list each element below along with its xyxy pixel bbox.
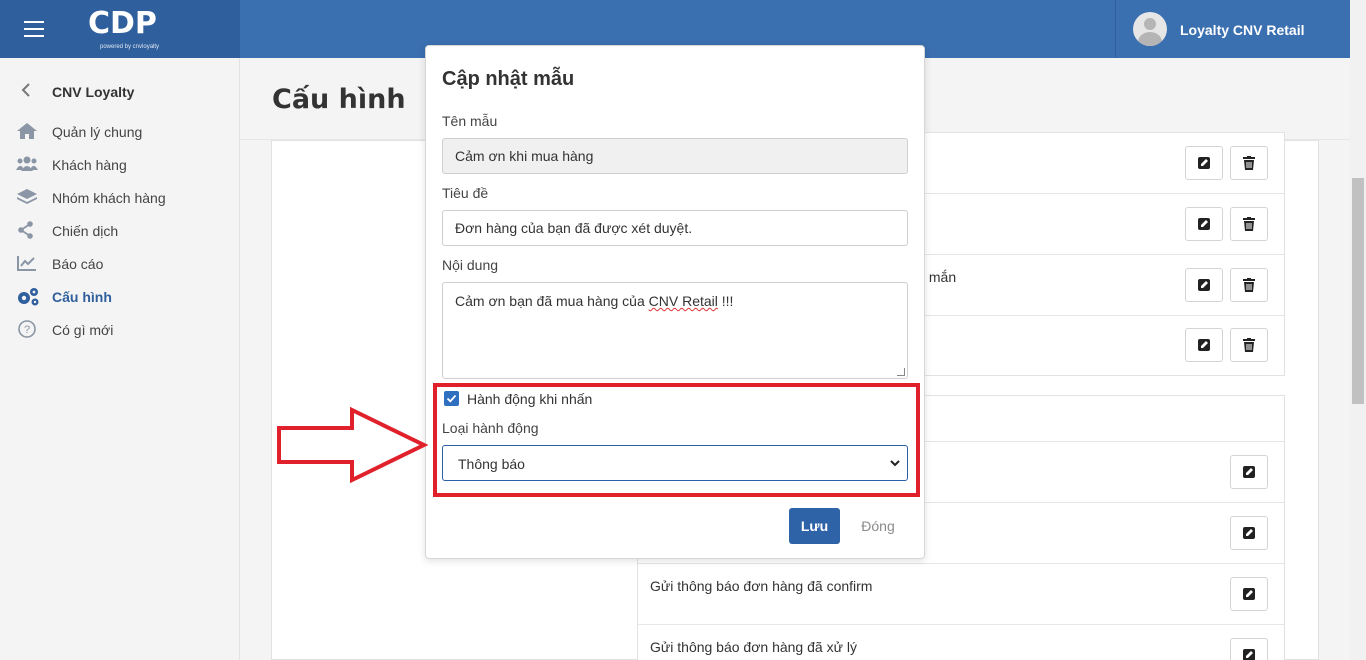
subject-label: Tiêu đề <box>442 185 489 201</box>
home-icon <box>16 122 38 140</box>
subject-field[interactable]: Đơn hàng của bạn đã được xét duyệt. <box>442 210 908 246</box>
sidebar-item-label: Nhóm khách hàng <box>52 190 166 206</box>
content-text-misspelled: CNV Retail <box>648 293 718 309</box>
delete-button[interactable] <box>1230 328 1268 362</box>
trash-icon <box>1243 156 1255 170</box>
users-icon <box>16 155 38 173</box>
edit-button[interactable] <box>1230 455 1268 489</box>
edit-button[interactable] <box>1185 328 1223 362</box>
sidebar-item-cau-hinh[interactable]: Cấu hình <box>16 285 226 309</box>
page-scrollbar[interactable] <box>1350 0 1366 660</box>
sidebar-item-chien-dich[interactable]: Chiến dịch <box>16 219 226 243</box>
sidebar-title: CNV Loyalty <box>52 84 135 100</box>
sidebar-item-label: Khách hàng <box>52 157 127 173</box>
sidebar-item-label: Báo cáo <box>52 256 104 272</box>
edit-icon <box>1198 218 1210 230</box>
delete-button[interactable] <box>1230 268 1268 302</box>
sidebar-item-co-gi-moi[interactable]: ? Có gì mới <box>16 318 226 342</box>
gears-icon <box>16 287 39 306</box>
sidebar-item-quan-ly-chung[interactable]: Quản lý chung <box>16 120 226 144</box>
user-menu[interactable]: Loyalty CNV Retail <box>1115 0 1351 58</box>
scrollbar-thumb[interactable] <box>1352 178 1364 404</box>
edit-icon <box>1198 157 1210 169</box>
sidebar-item-label: Quản lý chung <box>52 124 143 140</box>
edit-icon <box>1243 527 1255 539</box>
sidebar-item-label: Cấu hình <box>52 289 112 305</box>
table-row: Gửi thông báo đơn hàng đã confirm <box>638 564 1284 625</box>
edit-icon <box>1243 466 1255 478</box>
layers-icon <box>16 188 38 206</box>
chevron-left-icon[interactable] <box>20 82 32 103</box>
delete-button[interactable] <box>1230 207 1268 241</box>
save-button[interactable]: Lưu <box>789 508 840 544</box>
share-icon <box>16 221 38 239</box>
trash-icon <box>1243 278 1255 292</box>
trash-icon <box>1243 217 1255 231</box>
hamburger-menu-icon[interactable] <box>24 21 44 37</box>
edit-button[interactable] <box>1230 638 1268 660</box>
page-title: Cấu hình <box>272 84 406 115</box>
edit-button[interactable] <box>1230 516 1268 550</box>
edit-icon <box>1243 588 1255 600</box>
user-name[interactable]: Loyalty CNV Retail <box>1180 22 1304 38</box>
template-name-label: Tên mẫu <box>442 113 498 129</box>
help-icon: ? <box>16 320 38 338</box>
edit-button[interactable] <box>1185 268 1223 302</box>
highlight-box <box>433 383 920 497</box>
edit-button[interactable] <box>1185 146 1223 180</box>
avatar[interactable] <box>1133 12 1167 46</box>
trash-icon <box>1243 338 1255 352</box>
close-button[interactable]: Đóng <box>848 508 908 544</box>
logo[interactable]: CDP <box>88 6 157 41</box>
arrow-annotation-icon <box>277 407 428 483</box>
chart-icon <box>16 254 38 272</box>
sidebar-item-bao-cao[interactable]: Báo cáo <box>16 252 226 276</box>
edit-icon <box>1243 649 1255 660</box>
table-row: Gửi thông báo đơn hàng đã xử lý <box>638 625 1284 660</box>
edit-button[interactable] <box>1230 577 1268 611</box>
edit-icon <box>1198 339 1210 351</box>
template-name-field[interactable]: Cảm ơn khi mua hàng <box>442 138 908 174</box>
sidebar-item-nhom-khach-hang[interactable]: Nhóm khách hàng <box>16 186 226 210</box>
content-text: Cảm ơn bạn đã mua hàng của <box>455 293 649 309</box>
sidebar-item-label: Chiến dịch <box>52 223 119 239</box>
resize-handle[interactable] <box>897 368 905 376</box>
content-textarea[interactable]: Cảm ơn bạn đã mua hàng của CNV Retail !!… <box>442 282 908 379</box>
edit-icon <box>1198 279 1210 291</box>
edit-button[interactable] <box>1185 207 1223 241</box>
sidebar: CNV Loyalty Quản lý chung Khách hàng Nhó… <box>0 58 240 660</box>
brand-area: CDP powered by cnvloyalty <box>0 0 240 58</box>
content-text-end: !!! <box>717 293 734 309</box>
modal-title: Cập nhật mẫu <box>442 68 575 90</box>
content-label: Nội dung <box>442 257 499 273</box>
delete-button[interactable] <box>1230 146 1268 180</box>
sidebar-item-label: Có gì mới <box>52 322 114 338</box>
svg-text:?: ? <box>24 324 30 336</box>
logo-subtitle: powered by cnvloyalty <box>100 44 160 50</box>
sidebar-item-khach-hang[interactable]: Khách hàng <box>16 153 226 177</box>
